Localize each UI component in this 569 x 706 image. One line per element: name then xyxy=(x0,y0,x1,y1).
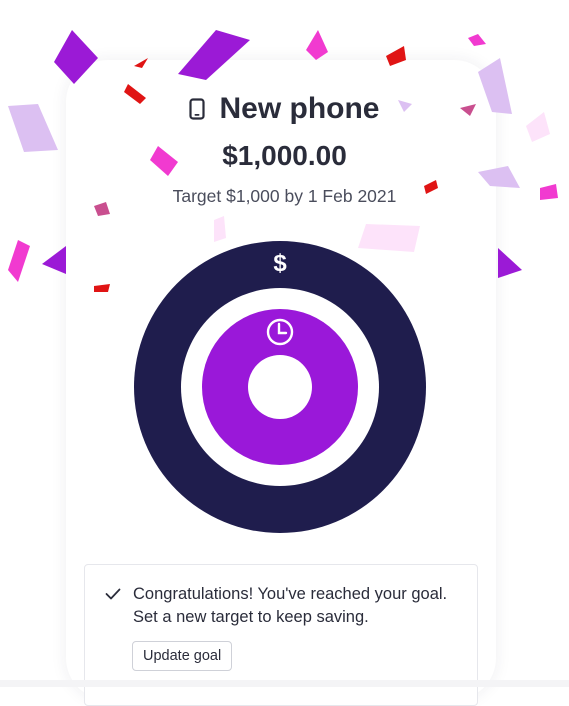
goal-name: New phone xyxy=(219,92,380,125)
saved-amount: $1,000.00 xyxy=(222,140,347,171)
congratulations-message: Congratulations! You've reached your goa… xyxy=(133,585,448,626)
dollar-icon: $ xyxy=(273,250,287,277)
goal-title: New phone xyxy=(0,92,569,126)
checkmark-icon xyxy=(105,587,121,605)
update-goal-button[interactable]: Update goal xyxy=(132,641,233,671)
bottom-edge xyxy=(0,680,569,687)
target-description: Target $1,000 by 1 Feb 2021 xyxy=(172,186,397,206)
progress-rings: $ xyxy=(134,241,426,533)
mobile-phone-icon xyxy=(189,98,206,120)
